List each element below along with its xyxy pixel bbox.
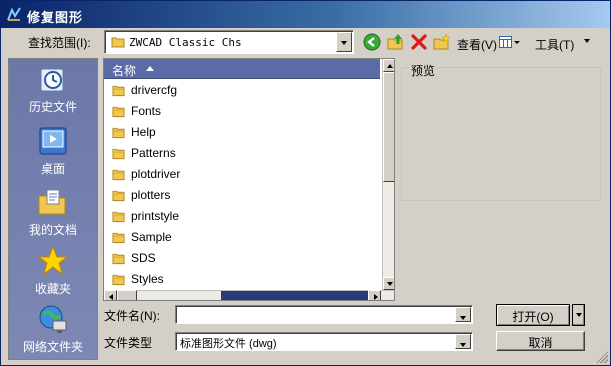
scroll-left-button[interactable] — [104, 290, 117, 300]
resize-grip[interactable] — [596, 351, 608, 363]
scroll-right-button[interactable] — [368, 290, 381, 300]
name-column-header[interactable]: 名称 — [104, 59, 380, 79]
list-item[interactable]: printstyle — [104, 206, 380, 227]
look-in-label: 查找范围(I): — [28, 36, 91, 50]
horizontal-scroll-track[interactable] — [221, 291, 368, 300]
place-label: 我的文档 — [28, 223, 77, 237]
scroll-down-button[interactable] — [383, 277, 394, 290]
list-item[interactable]: Sample — [104, 227, 380, 248]
preview-label: 预览 — [409, 62, 438, 79]
place-label: 网络文件夹 — [22, 340, 83, 354]
look-in-dropdown[interactable]: ZWCAD Classic Chs — [104, 30, 354, 54]
file-list[interactable]: 名称 drivercfg Fonts Help Patterns plotdriver p… — [103, 58, 395, 301]
list-item[interactable]: Patterns — [104, 143, 380, 164]
scroll-thumb[interactable] — [383, 72, 394, 182]
look-in-value: ZWCAD Classic Chs — [129, 36, 242, 49]
desktop-icon — [39, 127, 67, 155]
horizontal-scrollbar[interactable] — [104, 290, 394, 300]
file-list-content: 名称 drivercfg Fonts Help Patterns plotdriver p… — [104, 59, 382, 290]
list-item[interactable]: plotters — [104, 185, 380, 206]
list-item[interactable]: drivercfg — [104, 80, 380, 101]
list-item[interactable]: Fonts — [104, 101, 380, 122]
view-menu[interactable]: 查看(V) — [457, 36, 497, 53]
file-type-label: 文件类型 — [104, 336, 153, 350]
open-button-label: 打开(O) — [512, 310, 554, 324]
delete-x-icon[interactable] — [410, 33, 428, 51]
list-item[interactable]: plotdriver — [104, 164, 380, 185]
cancel-button-label: 取消 — [528, 336, 553, 350]
favorites-star-icon — [37, 245, 69, 276]
place-label: 收藏夹 — [34, 282, 71, 296]
up-folder-icon[interactable] — [387, 33, 405, 51]
folder-name: plotters — [131, 188, 171, 202]
open-button[interactable]: 打开(O) — [496, 304, 570, 326]
look-in-dropdown-arrow[interactable] — [336, 32, 352, 52]
folder-name: drivercfg — [131, 83, 178, 97]
new-folder-icon[interactable] — [433, 33, 451, 51]
folder-name: Sample — [131, 230, 172, 244]
dialog-title: 修复图形 — [27, 10, 84, 25]
horizontal-scroll-thumb[interactable] — [117, 290, 137, 300]
back-arrow-icon[interactable] — [363, 33, 381, 51]
folder-icon — [111, 37, 125, 48]
folder-name: SDS — [131, 251, 156, 265]
network-folder-icon — [39, 305, 67, 333]
file-type-value: 标准图形文件 (dwg) — [180, 338, 277, 350]
place-network-folder[interactable]: 网络文件夹 — [9, 303, 97, 355]
preview-group-box — [401, 67, 601, 201]
tools-dropdown-arrow[interactable] — [584, 39, 590, 43]
folder-icon — [112, 126, 125, 142]
list-item[interactable]: SDS — [104, 248, 380, 269]
folder-name: Styles — [131, 272, 164, 286]
tools-menu[interactable]: 工具(T) — [535, 36, 574, 53]
file-name-input[interactable] — [175, 305, 473, 324]
place-desktop[interactable]: 桌面 — [9, 125, 97, 177]
vertical-scrollbar[interactable] — [382, 59, 394, 290]
sort-ascending-icon — [146, 66, 154, 71]
folder-icon — [112, 189, 125, 205]
scroll-up-button[interactable] — [383, 59, 394, 72]
file-name-dropdown-arrow[interactable] — [455, 307, 471, 322]
places-bar: 历史文件 桌面 我的文档 收藏夹 网络文件夹 — [8, 58, 98, 360]
folder-icon — [112, 168, 125, 184]
file-name-label: 文件名(N): — [104, 309, 160, 323]
history-icon — [40, 68, 64, 92]
folder-icon — [112, 105, 125, 121]
place-history[interactable]: 历史文件 — [9, 63, 97, 115]
folder-name: Patterns — [131, 146, 176, 160]
folder-name: printstyle — [131, 209, 180, 223]
folder-icon — [112, 147, 125, 163]
file-type-dropdown[interactable]: 标准图形文件 (dwg) — [175, 332, 473, 351]
folder-icon — [112, 252, 125, 268]
app-logo-icon — [7, 7, 21, 21]
cancel-button[interactable]: 取消 — [496, 331, 585, 351]
folder-name: plotdriver — [131, 167, 181, 181]
file-type-dropdown-arrow[interactable] — [455, 334, 471, 349]
folder-icon — [112, 231, 125, 247]
views-grid-icon[interactable] — [499, 36, 521, 48]
folder-icon — [112, 210, 125, 226]
folder-name: Help — [131, 125, 156, 139]
title-bar[interactable]: 修复图形 — [1, 1, 610, 28]
open-options-dropdown[interactable] — [572, 304, 585, 326]
place-label: 历史文件 — [28, 100, 77, 114]
list-item[interactable]: Help — [104, 122, 380, 143]
column-header-label: 名称 — [112, 64, 137, 78]
my-documents-icon — [38, 189, 66, 215]
place-label: 桌面 — [40, 162, 65, 176]
place-my-documents[interactable]: 我的文档 — [9, 186, 97, 238]
list-item[interactable]: Styles — [104, 269, 380, 290]
folder-icon — [112, 84, 125, 100]
place-favorites[interactable]: 收藏夹 — [9, 245, 97, 297]
folder-icon — [112, 273, 125, 289]
folder-name: Fonts — [131, 104, 162, 118]
recover-drawing-dialog: 修复图形 查找范围(I): ZWCAD Classic Chs 查看(V) 工具… — [0, 0, 611, 366]
